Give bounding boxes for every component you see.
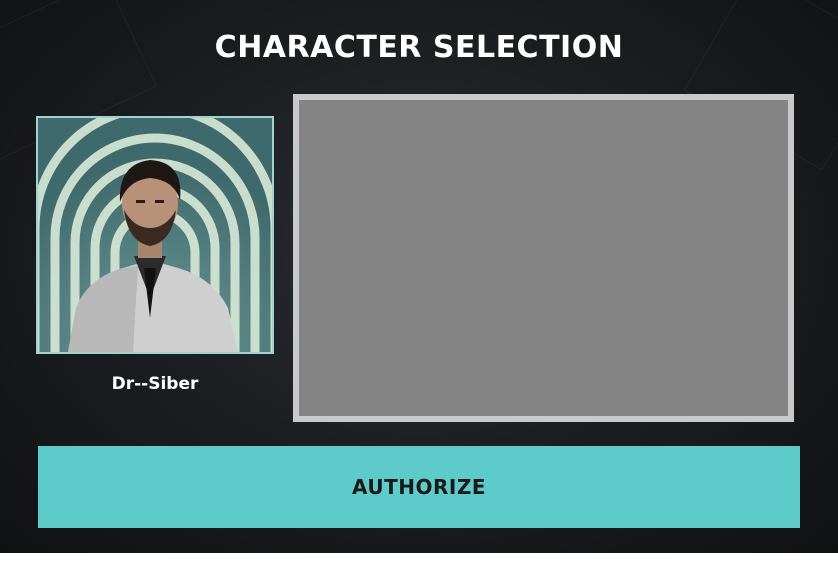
portrait-image	[38, 118, 272, 352]
character-selection-screen: CHARACTER SELECTION Dr--Siber AUTHORIZE	[0, 0, 838, 553]
character-name: Dr--Siber	[111, 374, 199, 394]
character-portrait[interactable]	[36, 116, 274, 354]
authorize-button[interactable]: AUTHORIZE	[38, 446, 800, 528]
page-title: CHARACTER SELECTION	[214, 30, 624, 65]
character-preview-panel	[293, 94, 794, 422]
